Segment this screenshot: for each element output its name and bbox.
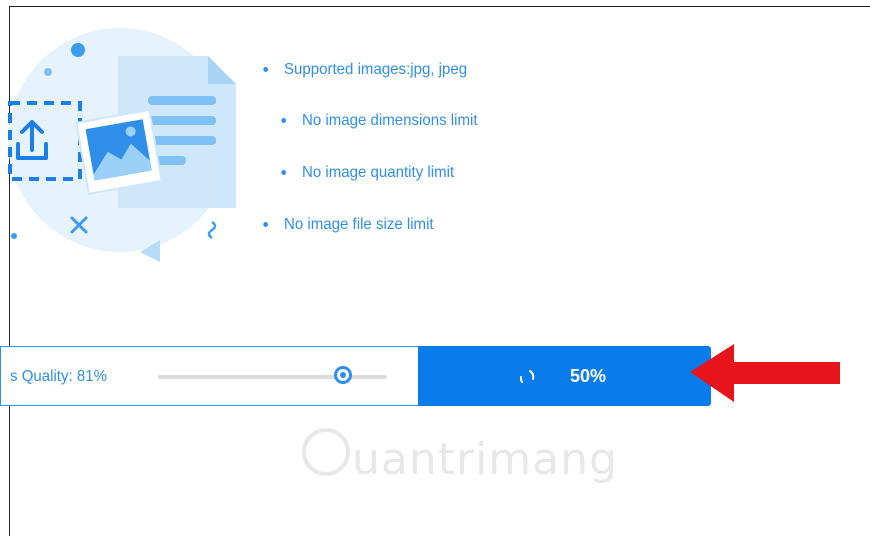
quality-slider-fill [158, 375, 344, 379]
list-item: No image quantity limit [281, 164, 455, 182]
progress-percent: 50% [570, 366, 607, 386]
list-item: Supported images:jpg, jpeg [263, 61, 468, 79]
watermark: uantrimang [300, 418, 640, 488]
feature-supported-formats: Supported images:jpg, jpeg [284, 61, 468, 78]
loading-spinner-icon [519, 370, 535, 383]
bullet [281, 170, 287, 175]
feature-dimensions: No image dimensions limit [302, 112, 478, 129]
bullet [263, 67, 269, 72]
watermark-text: uantrimang [352, 434, 618, 485]
quality-label: s Quality: 81% [10, 368, 107, 385]
bullet [281, 118, 287, 123]
compress-progress-button[interactable]: 50% [418, 346, 711, 406]
watermark-logo [302, 428, 350, 476]
features-list: Supported images:jpg, jpeg No image dime… [0, 0, 600, 260]
list-item: No image dimensions limit [281, 112, 478, 130]
feature-file-size: No image file size limit [284, 216, 434, 233]
feature-quantity: No image quantity limit [302, 164, 455, 181]
red-arrow-icon [690, 344, 840, 402]
bullet [263, 222, 269, 227]
list-item: No image file size limit [263, 216, 434, 234]
quality-slider[interactable] [158, 366, 387, 384]
